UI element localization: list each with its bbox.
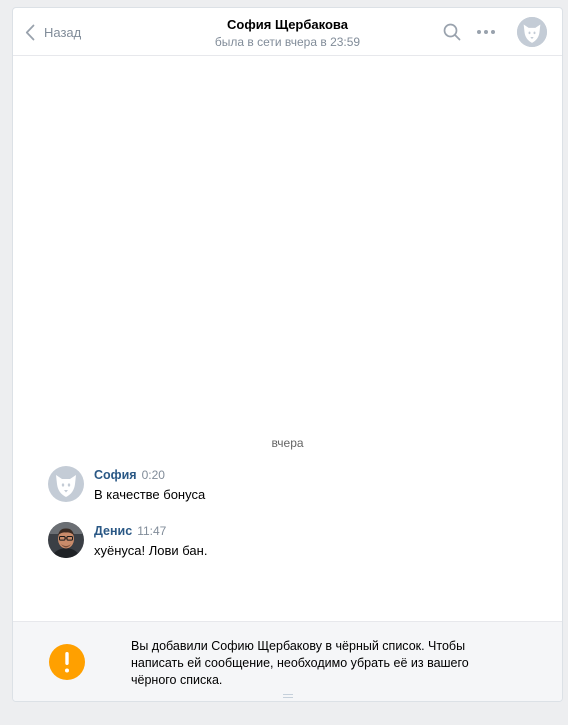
- back-label: Назад: [44, 24, 82, 40]
- message-text: хуёнуса! Лови бан.: [94, 543, 208, 558]
- resize-handle[interactable]: [283, 694, 293, 698]
- user-photo-icon: [48, 522, 84, 558]
- avatar[interactable]: [48, 466, 84, 502]
- avatar[interactable]: [48, 522, 84, 558]
- message-author[interactable]: Денис: [94, 524, 132, 538]
- message-history[interactable]: вчера София 0:20 В качестве бонуса Денис…: [13, 56, 562, 621]
- message-item[interactable]: Денис 11:47 хуёнуса! Лови бан.: [48, 522, 207, 559]
- chevron-left-icon: [25, 24, 35, 40]
- blacklist-notice-text: Вы добавили Софию Щербакову в чёрный спи…: [131, 639, 469, 687]
- date-separator: вчера: [271, 436, 304, 450]
- exclamation-icon: [49, 644, 85, 680]
- chat-header: Назад София Щербакова была в сети вчера …: [13, 8, 562, 56]
- message-time[interactable]: 11:47: [137, 524, 166, 538]
- chat-window: Назад София Щербакова была в сети вчера …: [12, 7, 563, 702]
- message-time[interactable]: 0:20: [142, 468, 165, 482]
- more-actions-button[interactable]: [475, 21, 497, 43]
- chat-avatar[interactable]: [517, 17, 547, 47]
- message-author[interactable]: София: [94, 468, 137, 482]
- search-icon: [443, 23, 461, 41]
- back-button[interactable]: Назад: [25, 20, 81, 44]
- message-text: В качестве бонуса: [94, 487, 206, 502]
- default-dog-avatar-icon: [48, 466, 84, 502]
- more-dots-icon: [477, 30, 495, 34]
- blacklist-notice: Вы добавили Софию Щербакову в чёрный спи…: [13, 621, 562, 701]
- search-button[interactable]: [441, 21, 463, 43]
- message-item[interactable]: София 0:20 В качестве бонуса: [48, 466, 205, 503]
- default-dog-avatar-icon: [517, 17, 547, 47]
